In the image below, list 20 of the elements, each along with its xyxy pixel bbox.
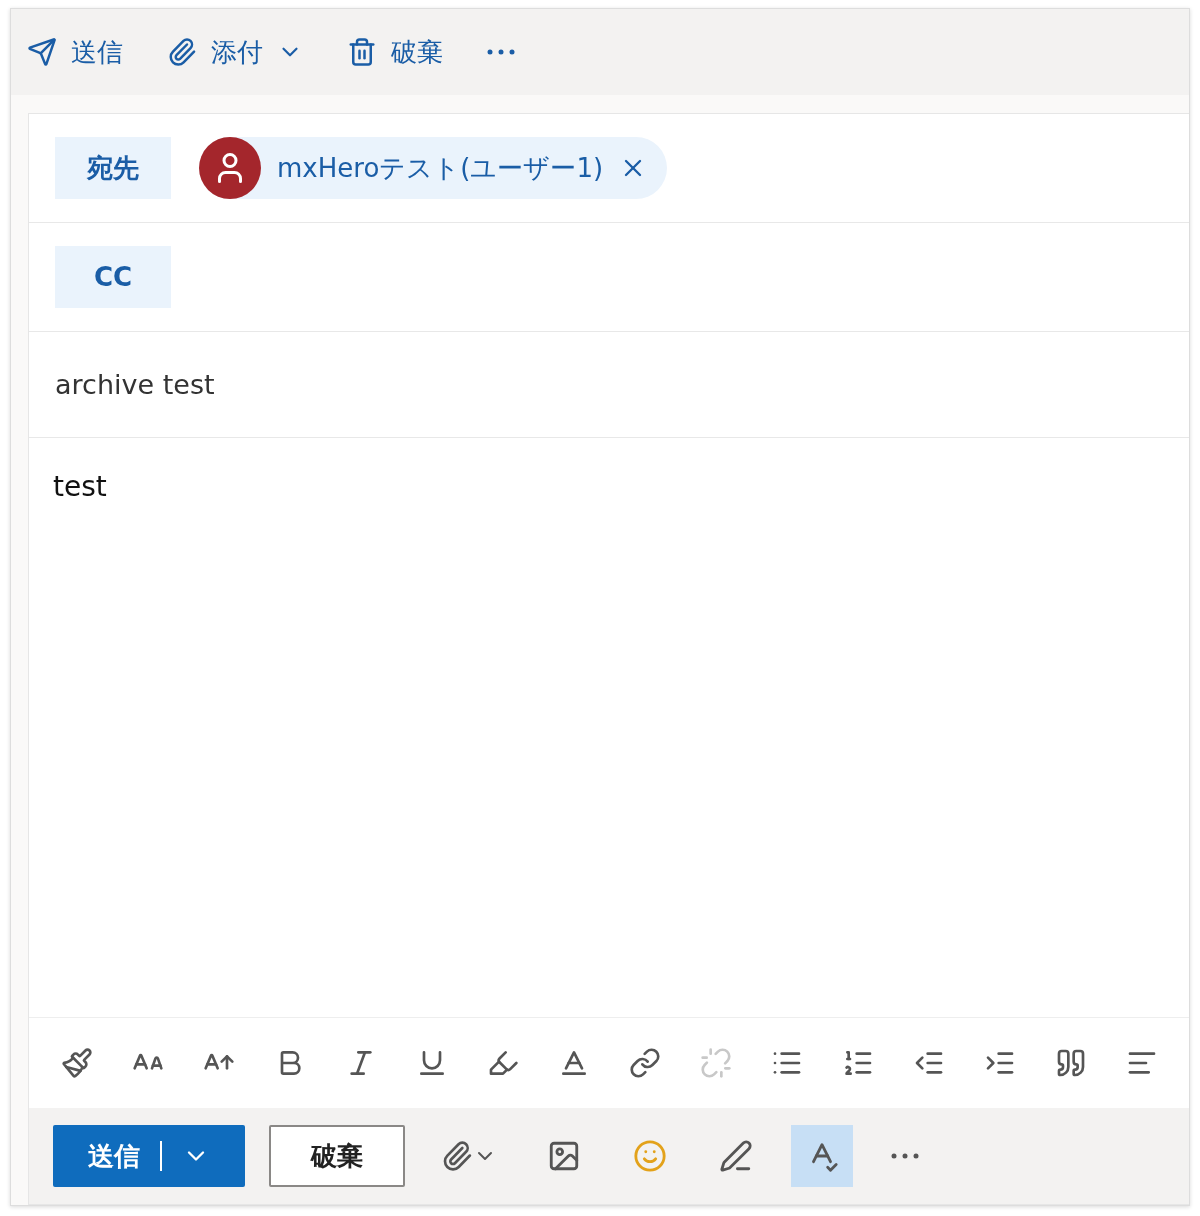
send-button[interactable]: 送信 (53, 1125, 245, 1187)
cc-button[interactable]: CC (55, 246, 171, 308)
attach-button[interactable]: 添付 (167, 34, 303, 70)
trash-icon (347, 37, 377, 67)
more-button[interactable] (487, 49, 515, 55)
subject-field[interactable]: archive test (55, 369, 215, 400)
message-body[interactable]: test (53, 470, 107, 503)
discard-button[interactable]: 破棄 (269, 1125, 405, 1187)
send-icon (27, 37, 57, 67)
discard-button[interactable]: 破棄 (347, 34, 443, 70)
more-icon (891, 1153, 919, 1159)
recipient-name: mxHeroテスト(ユーザー1) (277, 151, 604, 185)
to-button[interactable]: 宛先 (55, 137, 171, 199)
recipient-chip[interactable]: mxHeroテスト(ユーザー1) (199, 137, 668, 199)
send-button[interactable]: 送信 (27, 34, 123, 70)
avatar-icon (199, 137, 261, 199)
paperclip-icon (167, 37, 197, 67)
paperclip-icon (441, 1140, 473, 1172)
more-icon (487, 49, 515, 55)
spell-check-icon[interactable] (791, 1125, 853, 1187)
